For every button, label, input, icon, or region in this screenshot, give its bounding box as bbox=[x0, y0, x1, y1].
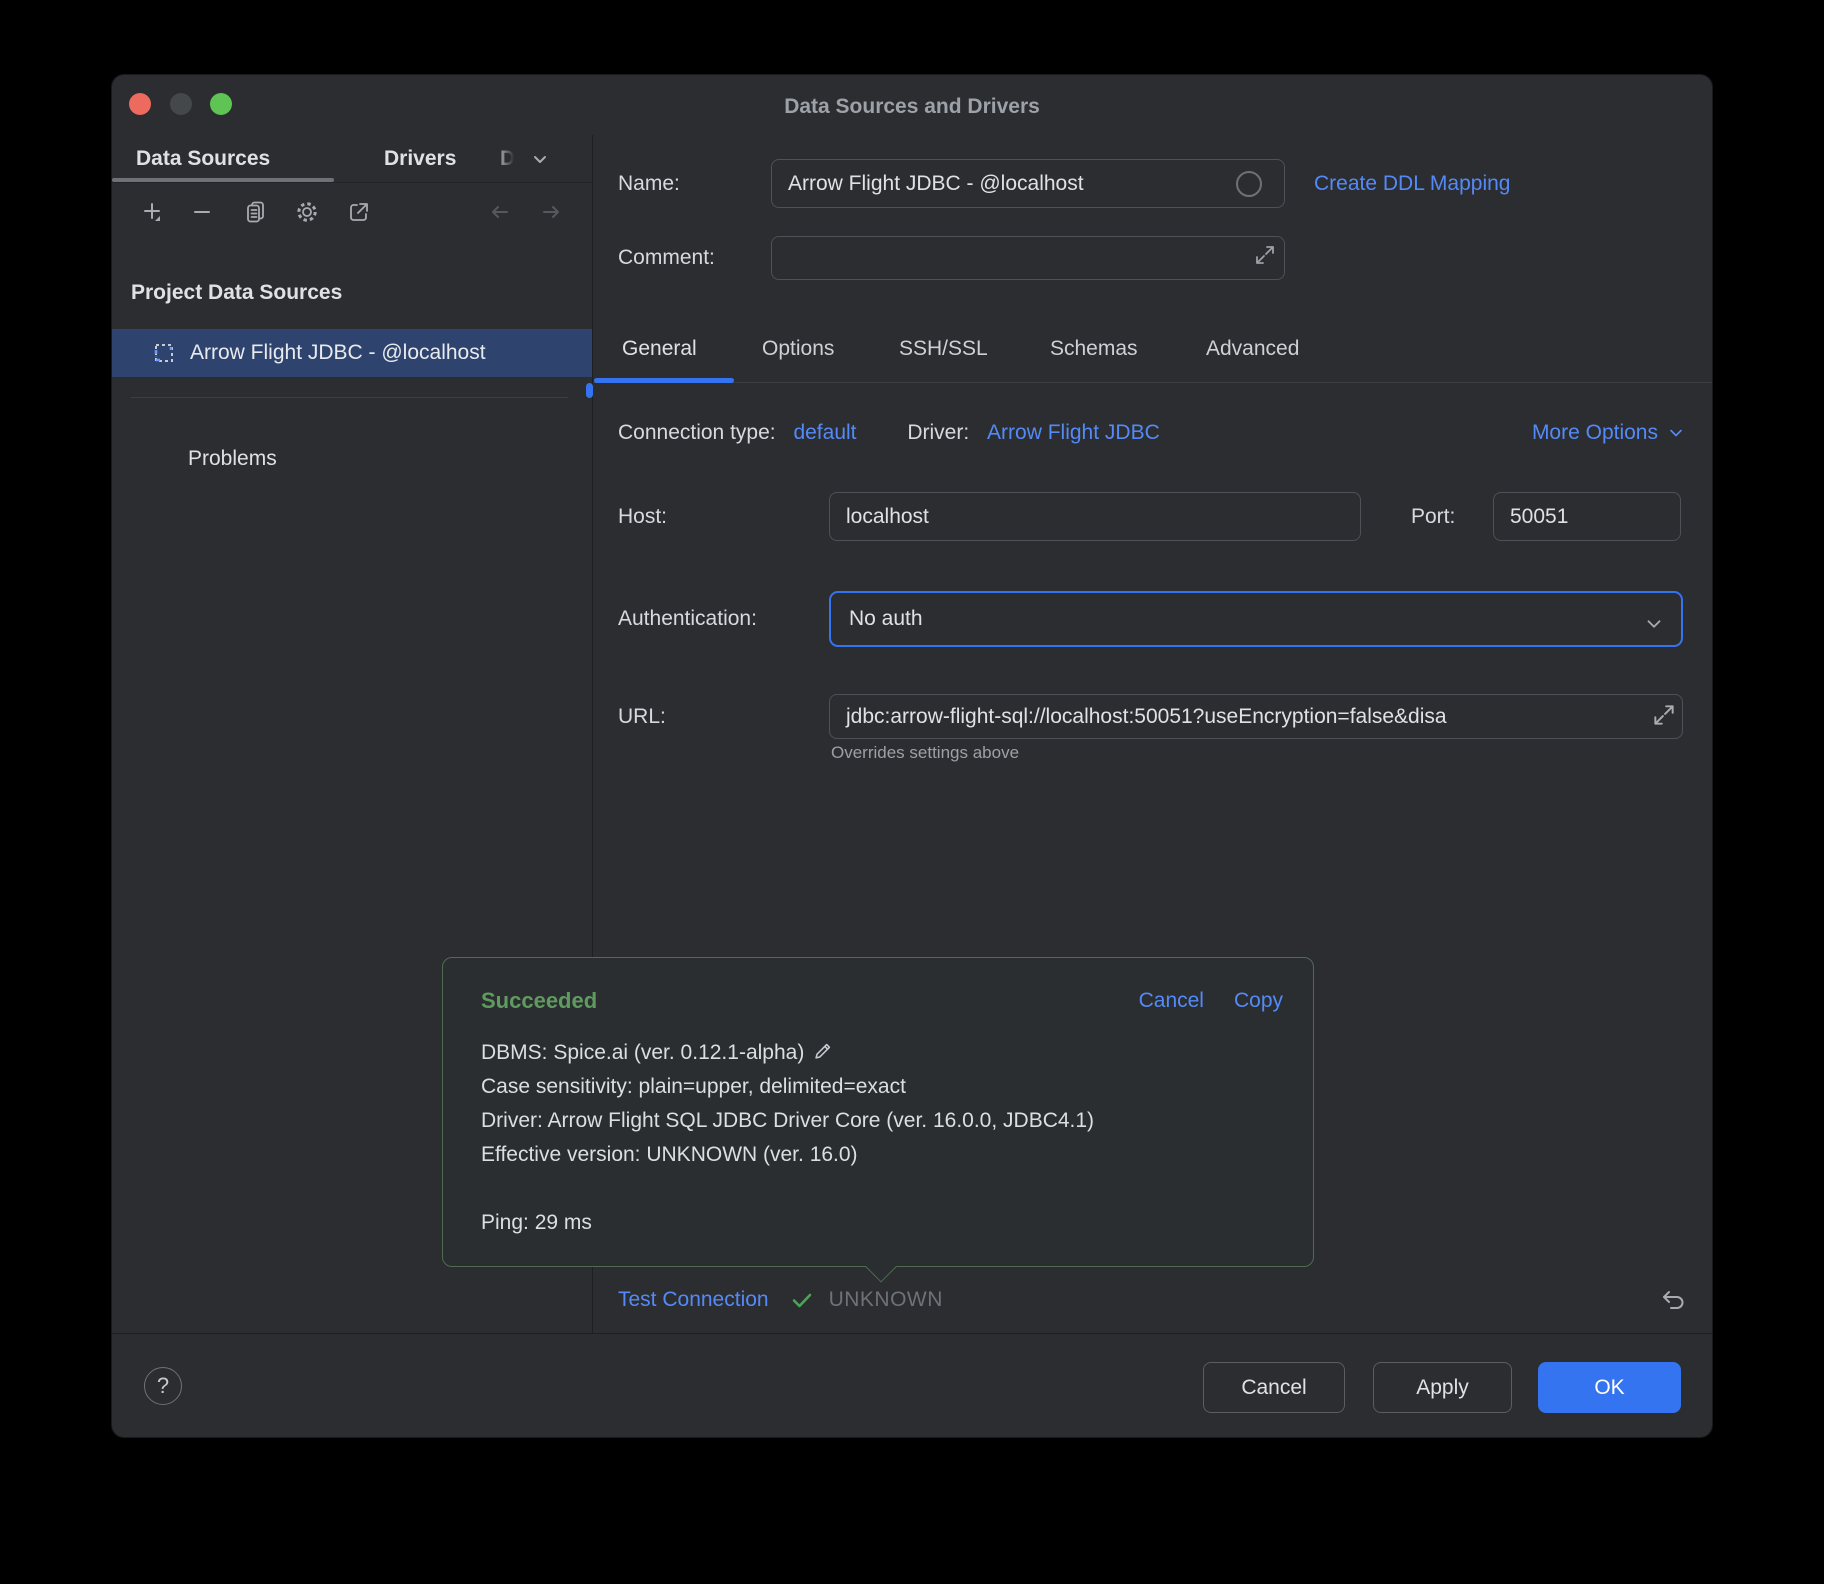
name-label: Name: bbox=[618, 159, 680, 208]
case-sensitivity-line: Case sensitivity: plain=upper, delimited… bbox=[481, 1070, 1283, 1104]
port-value: 50051 bbox=[1510, 505, 1568, 529]
expand-icon[interactable] bbox=[1253, 243, 1277, 267]
popup-header: Succeeded Cancel Copy bbox=[481, 986, 1283, 1016]
loading-circle-icon bbox=[1236, 171, 1262, 197]
chevron-down-icon bbox=[1666, 423, 1686, 443]
status-badge: Succeeded bbox=[481, 988, 597, 1014]
dialog-footer: ? Cancel Apply OK bbox=[112, 1333, 1712, 1437]
create-ddl-mapping-link[interactable]: Create DDL Mapping bbox=[1314, 159, 1511, 208]
port-label: Port: bbox=[1411, 492, 1455, 541]
comment-input[interactable] bbox=[771, 236, 1285, 280]
connection-type-row: Connection type: default Driver: Arrow F… bbox=[618, 418, 1686, 448]
remove-icon[interactable] bbox=[189, 199, 215, 225]
apply-button[interactable]: Apply bbox=[1373, 1362, 1512, 1413]
authentication-value: No auth bbox=[849, 607, 923, 631]
url-note: Overrides settings above bbox=[831, 743, 1019, 763]
gear-icon[interactable] bbox=[294, 199, 320, 225]
url-input[interactable]: jdbc:arrow-flight-sql://localhost:50051?… bbox=[829, 694, 1683, 739]
data-source-list-item-selected[interactable]: Arrow Flight JDBC - @localhost bbox=[112, 329, 592, 377]
tab-schemas[interactable]: Schemas bbox=[1050, 337, 1138, 361]
url-label: URL: bbox=[618, 694, 666, 739]
data-source-label: Arrow Flight JDBC - @localhost bbox=[190, 341, 486, 365]
popup-body: DBMS: Spice.ai (ver. 0.12.1-alpha) Case … bbox=[481, 1036, 1283, 1240]
test-connection-row: Test Connection UNKNOWN bbox=[618, 1283, 1688, 1317]
settings-tab-strip: General Options SSH/SSL Schemas Advanced bbox=[593, 323, 1712, 383]
popup-cancel-link[interactable]: Cancel bbox=[1139, 989, 1204, 1013]
more-options-link[interactable]: More Options bbox=[1532, 418, 1686, 448]
dbms-text: DBMS: Spice.ai (ver. 0.12.1-alpha) bbox=[481, 1041, 804, 1064]
window-title: Data Sources and Drivers bbox=[112, 75, 1712, 135]
sidebar-toolbar bbox=[112, 183, 592, 241]
sidebar-item-problems[interactable]: Problems bbox=[188, 447, 277, 471]
test-connection-popup: Succeeded Cancel Copy DBMS: Spice.ai (ve… bbox=[442, 957, 1314, 1267]
host-input[interactable]: localhost bbox=[829, 492, 1361, 541]
name-input[interactable]: Arrow Flight JDBC - @localhost bbox=[771, 159, 1285, 208]
tab-ddl-mappings-truncated[interactable]: D bbox=[500, 135, 515, 182]
tab-advanced[interactable]: Advanced bbox=[1206, 337, 1299, 361]
active-tab-indicator bbox=[594, 378, 734, 383]
help-icon[interactable]: ? bbox=[144, 1367, 182, 1405]
pencil-icon[interactable] bbox=[812, 1040, 834, 1062]
data-sources-dialog: Data Sources and Drivers Data Sources Dr… bbox=[112, 75, 1712, 1437]
authentication-select[interactable]: No auth bbox=[829, 591, 1683, 647]
chevron-down-icon[interactable] bbox=[528, 147, 552, 171]
name-value: Arrow Flight JDBC - @localhost bbox=[788, 172, 1084, 196]
back-icon[interactable] bbox=[487, 199, 513, 225]
screen: Data Sources and Drivers Data Sources Dr… bbox=[0, 0, 1824, 1584]
url-value: jdbc:arrow-flight-sql://localhost:50051?… bbox=[846, 705, 1447, 729]
revert-icon[interactable] bbox=[1658, 1285, 1688, 1315]
tab-general[interactable]: General bbox=[622, 337, 697, 361]
more-options-label: More Options bbox=[1532, 418, 1658, 448]
host-value: localhost bbox=[846, 505, 929, 529]
expand-icon[interactable] bbox=[1651, 702, 1677, 728]
test-connection-link[interactable]: Test Connection bbox=[618, 1288, 769, 1312]
open-in-window-icon[interactable] bbox=[346, 199, 372, 225]
connection-type-label: Connection type: bbox=[618, 421, 776, 444]
host-label: Host: bbox=[618, 492, 667, 541]
port-input[interactable]: 50051 bbox=[1493, 492, 1681, 541]
titlebar: Data Sources and Drivers bbox=[112, 75, 1712, 135]
driver-label: Driver: bbox=[907, 421, 969, 444]
project-data-sources-header: Project Data Sources bbox=[131, 281, 342, 305]
dbms-line: DBMS: Spice.ai (ver. 0.12.1-alpha) bbox=[481, 1036, 1283, 1070]
chevron-down-icon bbox=[1643, 613, 1665, 635]
tab-data-sources[interactable]: Data Sources bbox=[136, 135, 270, 182]
authentication-label: Authentication: bbox=[618, 591, 757, 647]
popup-copy-link[interactable]: Copy bbox=[1234, 989, 1283, 1013]
cancel-button[interactable]: Cancel bbox=[1203, 1362, 1345, 1413]
forward-icon[interactable] bbox=[538, 199, 564, 225]
scrollbar-thumb[interactable] bbox=[586, 383, 593, 398]
tab-options[interactable]: Options bbox=[762, 337, 834, 361]
check-icon bbox=[789, 1287, 815, 1313]
connection-type-value[interactable]: default bbox=[793, 421, 856, 444]
test-connection-status: UNKNOWN bbox=[829, 1288, 943, 1312]
active-tab-underline bbox=[112, 178, 334, 182]
sidebar-divider bbox=[131, 397, 568, 398]
driver-line: Driver: Arrow Flight SQL JDBC Driver Cor… bbox=[481, 1104, 1283, 1138]
ping-line: Ping: 29 ms bbox=[481, 1206, 1283, 1240]
comment-label: Comment: bbox=[618, 236, 715, 280]
tabs-divider bbox=[593, 382, 1712, 383]
sidebar-tab-strip: Data Sources Drivers D bbox=[112, 135, 592, 183]
data-source-detected-icon bbox=[152, 341, 176, 365]
effective-version-line: Effective version: UNKNOWN (ver. 16.0) bbox=[481, 1138, 1283, 1172]
add-icon[interactable] bbox=[139, 199, 165, 225]
tab-drivers[interactable]: Drivers bbox=[384, 135, 456, 182]
ok-button[interactable]: OK bbox=[1538, 1362, 1681, 1413]
duplicate-icon[interactable] bbox=[242, 199, 268, 225]
tab-ssh-ssl[interactable]: SSH/SSL bbox=[899, 337, 988, 361]
driver-link[interactable]: Arrow Flight JDBC bbox=[987, 421, 1160, 444]
